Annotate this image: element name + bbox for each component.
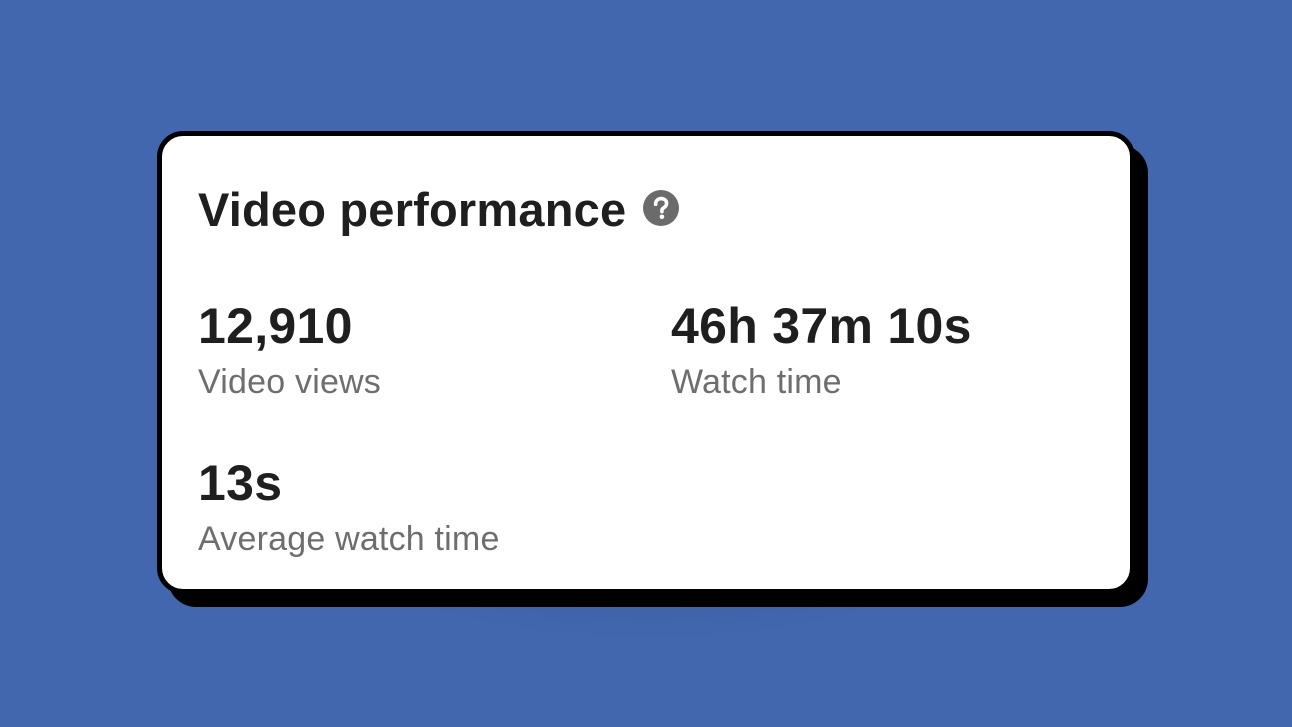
- stat-watch-time: 46h 37m 10s Watch time: [671, 301, 972, 399]
- card-title: Video performance: [198, 183, 627, 236]
- question-circle-icon[interactable]: [642, 189, 680, 227]
- average-watch-time-value: 13s: [198, 455, 283, 511]
- stat-average-watch-time: 13s Average watch time: [198, 458, 500, 556]
- video-views-label: Video views: [198, 363, 382, 401]
- watch-time-label: Watch time: [671, 363, 842, 401]
- stat-video-views: 12,910 Video views: [198, 301, 381, 399]
- card-header: Video performance: [198, 186, 680, 233]
- video-views-value: 12,910: [198, 298, 353, 354]
- video-performance-card: Video performance 12,910 Video views 46h…: [157, 131, 1135, 594]
- watch-time-value: 46h 37m 10s: [671, 298, 972, 354]
- average-watch-time-label: Average watch time: [198, 520, 500, 558]
